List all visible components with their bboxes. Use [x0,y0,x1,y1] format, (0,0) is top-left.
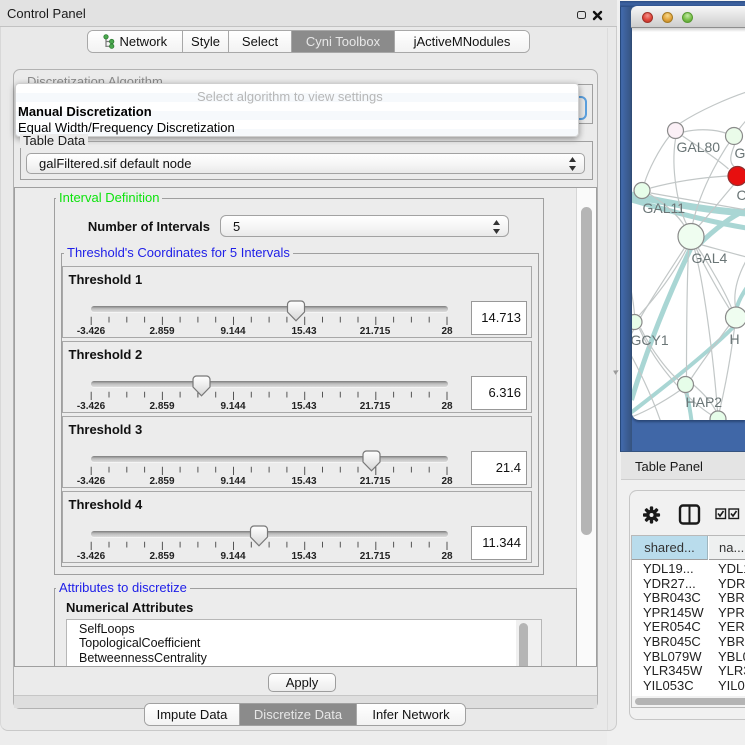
svg-text:GAL11: GAL11 [642,200,685,216]
svg-text:GAL4: GAL4 [691,250,727,266]
svg-text:HAP2: HAP2 [685,394,722,410]
svg-text:GAL80: GAL80 [676,139,720,155]
svg-text:GA: GA [734,145,745,161]
svg-text:H: H [729,331,739,347]
svg-text:C: C [736,187,745,203]
svg-text:GCY1: GCY1 [632,332,669,348]
